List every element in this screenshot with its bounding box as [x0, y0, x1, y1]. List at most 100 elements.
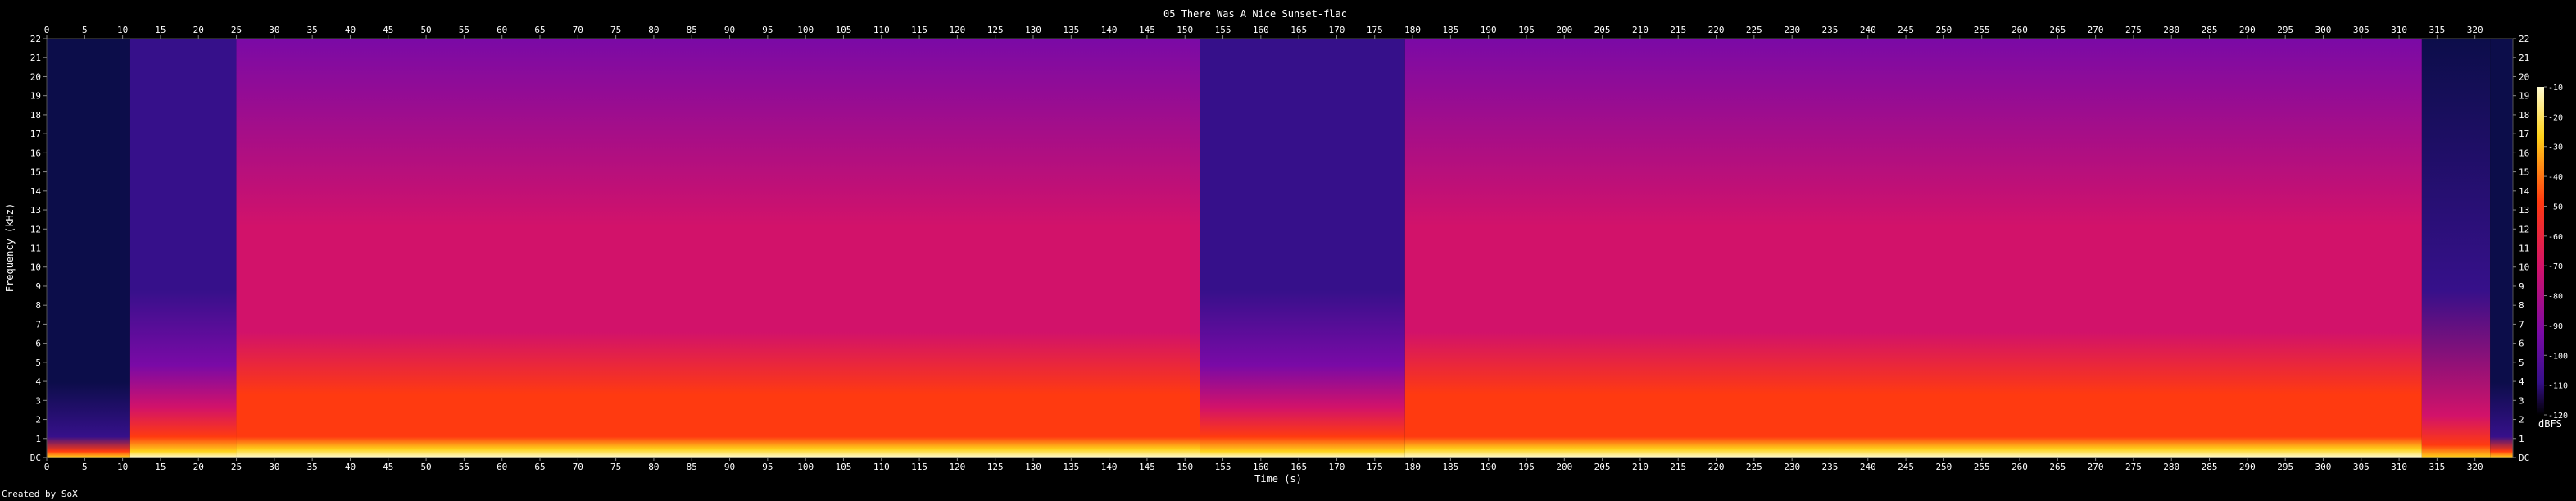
x-tick-label-top: 60 — [497, 25, 507, 35]
x-tick-label-top: 240 — [1860, 25, 1876, 35]
y-tick-label-right: 10 — [2519, 262, 2529, 273]
x-tick-label-bottom: 75 — [610, 462, 621, 472]
x-tick-label-bottom: 175 — [1367, 462, 1383, 472]
x-tick-label-top: 35 — [307, 25, 318, 35]
colorbar-tick-label: -30 — [2548, 143, 2563, 153]
x-tick-label-top: 175 — [1367, 25, 1383, 35]
x-tick-label-bottom: 30 — [269, 462, 279, 472]
x-tick-label-bottom: 295 — [2277, 462, 2293, 472]
x-tick-label-bottom: 280 — [2163, 462, 2179, 472]
y-tick-label-left: 14 — [30, 186, 42, 197]
colorbar-tick-label: -70 — [2548, 262, 2563, 271]
x-tick-label-bottom: 25 — [231, 462, 242, 472]
y-tick-label-left: 20 — [30, 71, 41, 82]
y-tick-label-left: 11 — [30, 244, 41, 254]
x-tick-label-bottom: 80 — [648, 462, 659, 472]
x-tick-label-bottom: 95 — [762, 462, 773, 472]
x-tick-label-top: 300 — [2315, 25, 2332, 35]
y-tick-label-left: 8 — [35, 300, 41, 311]
x-tick-label-top: 70 — [573, 25, 583, 35]
x-tick-label-bottom: 45 — [383, 462, 393, 472]
x-tick-label-top: 200 — [1556, 25, 1572, 35]
x-tick-label-top: 115 — [911, 25, 927, 35]
spectrogram-segment — [1404, 39, 2422, 458]
x-tick-label-bottom: 40 — [345, 462, 356, 472]
x-tick-label-bottom: 110 — [873, 462, 890, 472]
footer-credit: Created by SoX — [2, 489, 78, 499]
colorbar-tick-label: -100 — [2548, 352, 2568, 361]
x-tick-label-top: 270 — [2088, 25, 2104, 35]
y-tick-label-right: 6 — [2519, 339, 2524, 349]
x-tick-label-top: 220 — [1708, 25, 1725, 35]
x-tick-label-top: 225 — [1746, 25, 1762, 35]
x-tick-label-bottom: 260 — [2011, 462, 2028, 472]
x-tick-label-bottom: 240 — [1860, 462, 1876, 472]
x-tick-label-top: 20 — [193, 25, 204, 35]
x-tick-label-bottom: 165 — [1290, 462, 1307, 472]
x-tick-label-top: 290 — [2239, 25, 2256, 35]
x-tick-label-top: 80 — [648, 25, 659, 35]
x-tick-label-top: 180 — [1404, 25, 1421, 35]
x-tick-label-top: 235 — [1822, 25, 1839, 35]
y-tick-label-right: 12 — [2519, 224, 2529, 235]
y-tick-label-left: 5 — [35, 358, 41, 368]
y-tick-label-right: 19 — [2519, 91, 2529, 102]
x-tick-label-top: 150 — [1177, 25, 1193, 35]
y-tick-label-right: 11 — [2519, 244, 2529, 254]
y-tick-label-right: 16 — [2519, 148, 2529, 158]
x-tick-label-bottom: 50 — [420, 462, 431, 472]
x-tick-label-bottom: 255 — [1974, 462, 1990, 472]
y-tick-label-right: 8 — [2519, 300, 2524, 311]
spectrogram-figure: 05 There Was A Nice Sunset-flac 0 5 10 15 20… — [0, 0, 2576, 501]
x-tick-label-top: 125 — [987, 25, 1004, 35]
y-tick-label-left: DC — [30, 453, 41, 463]
spectrogram-segment — [1200, 39, 1405, 458]
y-tick-label-right: 9 — [2519, 281, 2524, 292]
spectrogram-segment — [129, 39, 237, 458]
x-tick-label-bottom: 230 — [1784, 462, 1800, 472]
y-tick-label-right: 21 — [2519, 52, 2529, 63]
x-tick-label-top: 160 — [1253, 25, 1269, 35]
y-tick-label-right: 1 — [2519, 434, 2524, 444]
y-tick-label-left: 12 — [30, 224, 41, 235]
x-tick-label-bottom: 160 — [1253, 462, 1269, 472]
colorbar-tick-label: -10 — [2548, 84, 2563, 93]
x-tick-label-bottom: 205 — [1594, 462, 1611, 472]
x-tick-label-top: 230 — [1784, 25, 1800, 35]
y-tick-label-left: 3 — [35, 395, 41, 406]
y-tick-label-right: 7 — [2519, 319, 2524, 330]
x-tick-label-top: 40 — [345, 25, 356, 35]
x-tick-label-bottom: 100 — [797, 462, 814, 472]
x-tick-label-top: 120 — [949, 25, 965, 35]
x-tick-label-bottom: 135 — [1063, 462, 1079, 472]
colorbar-tick-label: -110 — [2548, 382, 2568, 391]
x-tick-label-top: 250 — [1935, 25, 1952, 35]
x-tick-label-bottom: 245 — [1898, 462, 1914, 472]
x-tick-label-top: 30 — [269, 25, 279, 35]
x-tick-label-top: 275 — [2125, 25, 2142, 35]
x-tick-label-bottom: 150 — [1177, 462, 1193, 472]
spectrogram-segment — [2490, 39, 2513, 458]
spectrogram-segment — [47, 39, 130, 458]
x-tick-label-bottom: 225 — [1746, 462, 1762, 472]
x-tick-label-top: 55 — [459, 25, 469, 35]
x-tick-label-top: 75 — [610, 25, 621, 35]
y-tick-label-left: 1 — [35, 434, 41, 444]
y-tick-label-left: 15 — [30, 167, 41, 178]
colorbar-tick-label: -90 — [2548, 322, 2563, 331]
x-tick-label-bottom: 290 — [2239, 462, 2256, 472]
y-tick-label-left: 9 — [35, 281, 41, 292]
colorbar-tick-label: -60 — [2548, 233, 2563, 242]
y-tick-label-left: 18 — [30, 110, 41, 121]
y-tick-label-right: 15 — [2519, 167, 2529, 178]
x-tick-label-bottom: 270 — [2088, 462, 2104, 472]
colorbar-tick-label: -80 — [2548, 293, 2563, 302]
x-tick-label-top: 285 — [2202, 25, 2218, 35]
x-tick-label-bottom: 65 — [534, 462, 545, 472]
x-tick-label-top: 140 — [1101, 25, 1118, 35]
x-tick-label-bottom: 210 — [1632, 462, 1649, 472]
y-tick-label-left: 4 — [35, 376, 41, 387]
y-tick-label-right: 14 — [2519, 186, 2530, 197]
y-axis-label: Frequency (kHz) — [4, 203, 16, 292]
x-tick-label-bottom: 195 — [1518, 462, 1535, 472]
